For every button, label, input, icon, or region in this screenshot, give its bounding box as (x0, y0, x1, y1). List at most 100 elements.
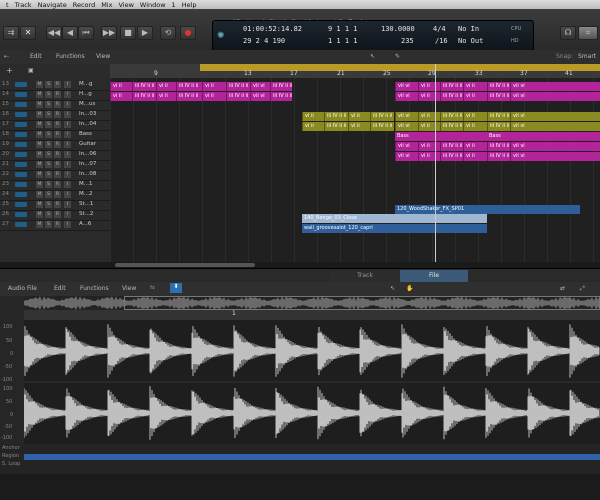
record-enable-button[interactable]: R (54, 141, 61, 148)
solo-button[interactable]: S (45, 191, 52, 198)
menu-item-one[interactable]: 1 (172, 1, 176, 9)
mixer-icon[interactable]: ✕ (20, 26, 36, 40)
mute-button[interactable]: M (36, 91, 43, 98)
waveform-overview[interactable] (24, 296, 600, 310)
track-name[interactable]: In...03 (79, 111, 109, 117)
pointer-tool-icon[interactable]: ↖ (370, 53, 375, 60)
track-name[interactable]: Guitar (79, 141, 109, 147)
lcd-time[interactable]: 01:00:52:14.82 (243, 25, 302, 33)
tracks-functions-menu[interactable]: Functions (56, 53, 85, 60)
region-chords[interactable]: vii vi vi ii iii IV ii ii vi ii iii IV ii ii… (395, 92, 600, 101)
input-monitor-button[interactable]: I (64, 171, 71, 178)
track-name[interactable]: In...08 (79, 171, 109, 177)
tab-track[interactable]: Track (330, 270, 400, 282)
region-woodshaker[interactable]: 120_WoodShaker_FX_SP01 (395, 205, 580, 214)
editor-loop-icon[interactable]: ⇄ (560, 285, 565, 292)
track-name[interactable]: M...2 (79, 191, 109, 197)
lcd-division[interactable]: /16 (435, 37, 448, 45)
solo-button[interactable]: S (45, 151, 52, 158)
track-name[interactable]: In...04 (79, 121, 109, 127)
catch-icon[interactable]: ⇆ (150, 284, 155, 291)
region-midi[interactable]: vi ii iii IV ii ii vi ii iii IV ii ii (302, 112, 394, 121)
track-name[interactable]: M...us (79, 101, 109, 107)
menu-item-record[interactable]: Record (73, 1, 95, 9)
solo-button[interactable]: S (45, 211, 52, 218)
record-enable-button[interactable]: R (54, 221, 61, 228)
library-icon[interactable]: ⇉ (3, 26, 19, 40)
track-inspector-icon[interactable]: ⇠ (4, 53, 9, 60)
track-name[interactable]: In...06 (79, 151, 109, 157)
editor-pointer-icon[interactable]: ↖ (390, 285, 395, 292)
pencil-tool-icon[interactable]: ✎ (395, 53, 400, 60)
region-midi[interactable]: vi ii iii IV ii ii vi ii iii IV ii ii (302, 122, 394, 131)
input-monitor-button[interactable]: I (64, 121, 71, 128)
solo-button[interactable]: S (45, 221, 52, 228)
record-enable-button[interactable]: R (54, 81, 61, 88)
link-icon[interactable]: ⬍ (170, 283, 182, 293)
region-chords[interactable]: vi ii iii IV ii ii vi ii iii IV ii ii vi ii i… (110, 82, 292, 91)
mute-button[interactable]: M (36, 201, 43, 208)
region-bongo[interactable]: 140_Bongo_03_Close (302, 214, 487, 223)
track-name[interactable]: St...2 (79, 211, 109, 217)
mute-button[interactable]: M (36, 141, 43, 148)
go-to-start-icon[interactable]: ⏮ (78, 26, 94, 40)
input-monitor-button[interactable]: I (64, 201, 71, 208)
record-icon[interactable]: ● (180, 26, 196, 40)
solo-button[interactable]: S (45, 101, 52, 108)
input-monitor-button[interactable]: I (64, 151, 71, 158)
mute-button[interactable]: M (36, 131, 43, 138)
editor-edit-menu[interactable]: Edit (54, 285, 66, 292)
track-name[interactable]: In...07 (79, 161, 109, 167)
region-bass[interactable]: Bass (395, 132, 487, 141)
arrange-area[interactable]: vi ii iii IV ii ii vi ii iii IV ii ii vi ii i… (110, 78, 600, 262)
lcd-input[interactable]: No In (458, 25, 479, 33)
record-enable-button[interactable]: R (54, 91, 61, 98)
menu-item-track[interactable]: Track (15, 1, 32, 9)
input-monitor-button[interactable]: I (64, 141, 71, 148)
track-header[interactable]: 27 M S R I A...6 (0, 220, 110, 231)
track-name[interactable]: M...1 (79, 181, 109, 187)
mute-button[interactable]: M (36, 101, 43, 108)
menu-item-navigate[interactable]: Navigate (38, 1, 67, 9)
record-enable-button[interactable]: R (54, 211, 61, 218)
lcd-output[interactable]: No Out (458, 37, 483, 45)
editor-functions-menu[interactable]: Functions (80, 285, 109, 292)
lcd-bars-secondary[interactable]: 1 1 1 1 (328, 37, 358, 45)
mute-button[interactable]: M (36, 181, 43, 188)
record-enable-button[interactable]: R (54, 111, 61, 118)
record-enable-button[interactable]: R (54, 201, 61, 208)
region-bar[interactable] (24, 454, 600, 460)
track-name[interactable]: St...1 (79, 201, 109, 207)
solo-button[interactable]: S (45, 81, 52, 88)
input-monitor-button[interactable]: I (64, 161, 71, 168)
record-enable-button[interactable]: R (54, 121, 61, 128)
snap-value[interactable]: Smart (578, 53, 596, 60)
input-monitor-button[interactable]: I (64, 81, 71, 88)
region-bass[interactable]: Bass (487, 132, 600, 141)
track-name[interactable]: Bass (79, 131, 109, 137)
cycle-icon[interactable]: ⟲ (160, 26, 176, 40)
lcd-tempo[interactable]: 130.0000 (381, 25, 415, 33)
tracks-edit-menu[interactable]: Edit (30, 53, 42, 60)
stop-icon[interactable]: ■ (120, 26, 136, 40)
editor-zoom-icon[interactable]: ⤢ (580, 285, 585, 293)
playhead[interactable] (435, 64, 436, 262)
region-midi[interactable]: vii vi vi ii iii IV ii ii vi ii iii IV ii ii… (395, 122, 600, 131)
mute-button[interactable]: M (36, 211, 43, 218)
loop-browser-icon[interactable]: ⌗ (578, 26, 598, 40)
region-chords[interactable]: vi ii iii IV ii ii vi ii iii IV ii ii vi ii i… (110, 92, 292, 101)
solo-button[interactable]: S (45, 201, 52, 208)
editor-ruler[interactable]: 1 (24, 310, 600, 320)
folder-icon[interactable]: ▣ (28, 67, 34, 74)
audio-file-menu[interactable]: Audio File (8, 285, 37, 292)
lcd-time-secondary[interactable]: 29 2 4 190 (243, 37, 285, 45)
overview-visible-range[interactable] (124, 296, 600, 310)
input-monitor-button[interactable]: I (64, 131, 71, 138)
input-monitor-button[interactable]: I (64, 101, 71, 108)
input-monitor-button[interactable]: I (64, 111, 71, 118)
menu-item-view[interactable]: View (118, 1, 133, 9)
input-monitor-button[interactable]: I (64, 211, 71, 218)
record-enable-button[interactable]: R (54, 181, 61, 188)
solo-button[interactable]: S (45, 141, 52, 148)
input-monitor-button[interactable]: I (64, 191, 71, 198)
